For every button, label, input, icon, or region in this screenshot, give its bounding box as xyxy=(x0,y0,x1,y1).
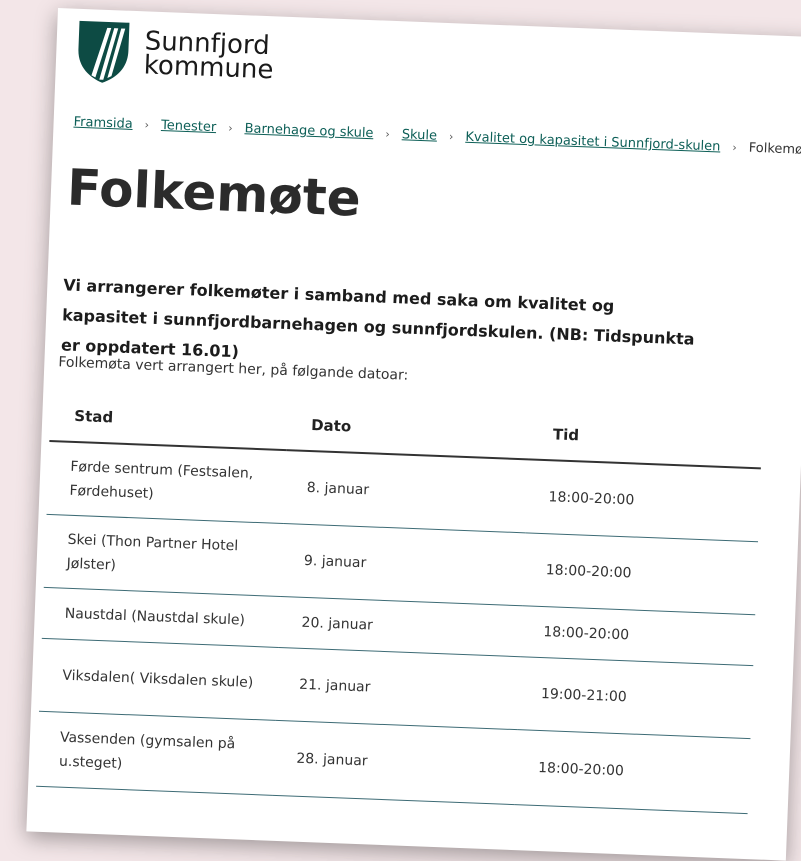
page-title: Folkemøte xyxy=(66,158,362,228)
chevron-right-icon: › xyxy=(144,118,150,132)
breadcrumb: Framsida › Tenester › Barnehage og skule › Sku… xyxy=(73,115,801,159)
chevron-right-icon: › xyxy=(732,140,738,155)
meetings-table: Stad Dato Tid Førde sentrum (Festsalen, … xyxy=(36,388,763,814)
cell-dato: 21. januar xyxy=(275,647,521,730)
breadcrumb-link-barnehage-og-skule[interactable]: Barnehage og skule xyxy=(244,121,373,141)
chevron-right-icon: › xyxy=(227,121,233,135)
cell-stad: Førde sentrum (Festsalen, Førdehuset) xyxy=(46,440,287,524)
site-logo[interactable]: Sunnfjord kommune xyxy=(75,19,275,91)
cell-tid: 18:00-20:00 xyxy=(520,605,756,666)
breadcrumb-current: Folkemøte xyxy=(748,140,801,159)
column-header-dato: Dato xyxy=(286,397,531,460)
logo-line-2: kommune xyxy=(143,50,274,86)
page-sheet: Sunnfjord kommune Framsida › Tenester › Barn… xyxy=(26,8,801,861)
cell-dato: 8. januar xyxy=(283,450,529,533)
chevron-right-icon: › xyxy=(448,130,454,144)
breadcrumb-link-skule[interactable]: Skule xyxy=(402,127,438,143)
cell-stad: Skei (Thon Partner Hotel Jølster) xyxy=(43,514,284,597)
cell-dato: 9. januar xyxy=(280,523,526,606)
coat-of-arms-icon xyxy=(78,20,130,83)
cell-stad: Naustdal (Naustdal skule) xyxy=(41,587,281,648)
cell-tid: 18:00-20:00 xyxy=(525,459,761,542)
cell-tid: 18:00-20:00 xyxy=(522,532,759,615)
breadcrumb-link-kvalitet[interactable]: Kvalitet og kapasitet i Sunnfjord-skulen xyxy=(465,130,721,155)
cell-stad: Vassenden (gymsalen på u.steget) xyxy=(36,711,276,796)
logo-wordmark: Sunnfjord kommune xyxy=(143,26,274,86)
column-header-tid: Tid xyxy=(528,406,763,469)
chevron-right-icon: › xyxy=(385,127,391,141)
column-header-stad: Stad xyxy=(49,388,289,451)
cell-stad: Viksdalen( Viksdalen skule) xyxy=(38,638,279,721)
breadcrumb-link-framsida[interactable]: Framsida xyxy=(73,115,133,132)
breadcrumb-link-tenester[interactable]: Tenester xyxy=(161,118,217,135)
cell-dato: 28. januar xyxy=(272,720,518,805)
cell-dato: 20. januar xyxy=(278,596,523,657)
cell-tid: 18:00-20:00 xyxy=(514,729,751,814)
cell-tid: 19:00-21:00 xyxy=(517,656,754,739)
